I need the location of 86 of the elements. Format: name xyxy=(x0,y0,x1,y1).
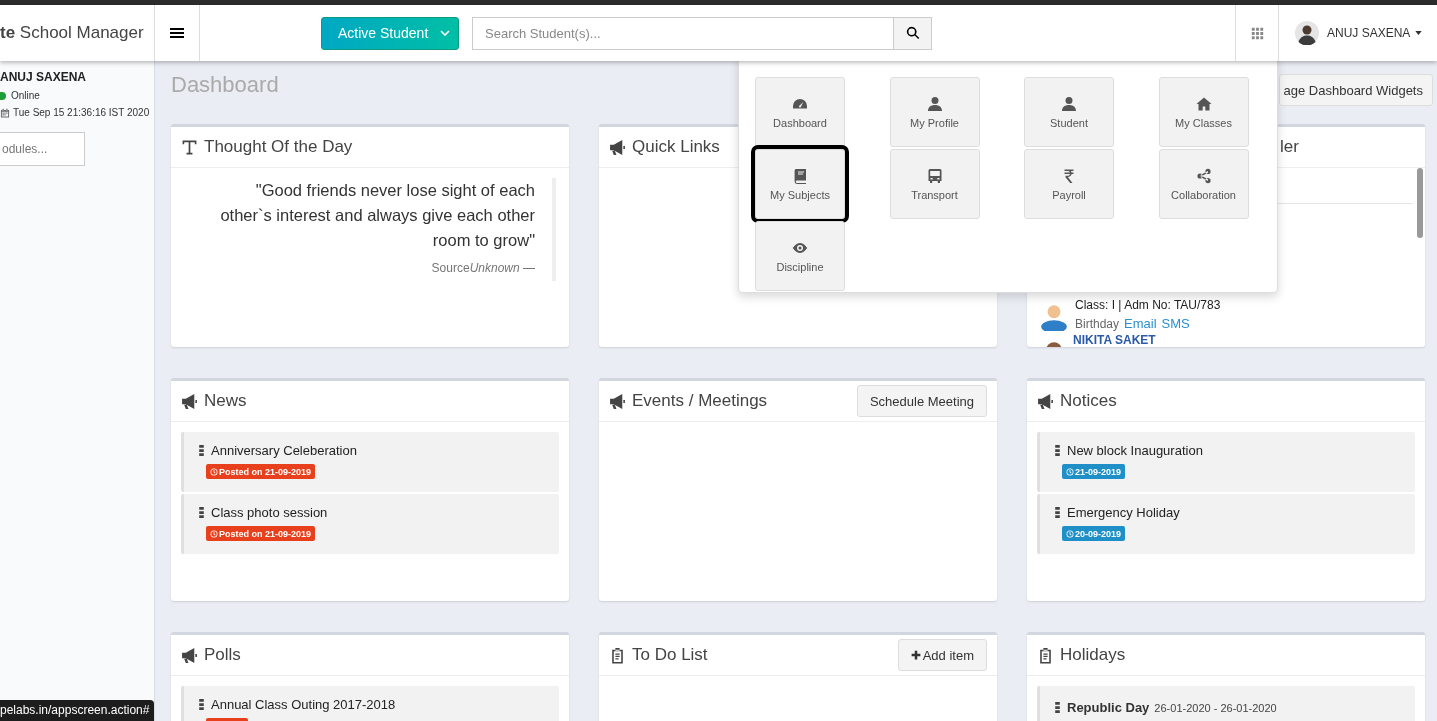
status-text: Online xyxy=(11,90,40,101)
menu-tile[interactable]: Transport xyxy=(889,149,980,219)
add-item-button[interactable]: Add item xyxy=(897,639,987,671)
chevron-down-icon xyxy=(440,30,450,36)
menu-tile[interactable]: My Profile xyxy=(889,77,980,147)
date-badge: Posted on 21-09-2019 xyxy=(206,526,316,541)
list-item[interactable]: Republic Day 26-01-2020 - 26-01-2020 xyxy=(1037,686,1415,721)
person-icon xyxy=(926,95,943,112)
menu-tile[interactable]: Discipline xyxy=(755,221,845,291)
house-icon xyxy=(1195,95,1212,112)
grip-icon xyxy=(199,507,204,518)
search-field[interactable]: Search Student(s)... xyxy=(472,16,894,50)
menu-icon xyxy=(169,25,185,41)
card-title: Events / Meetings xyxy=(632,391,768,411)
bus-icon xyxy=(926,167,943,184)
menu-tile[interactable]: Payroll xyxy=(1024,149,1114,219)
menu-tile[interactable]: Collaboration xyxy=(1158,149,1249,219)
card-title: Thought Of the Day xyxy=(204,137,353,157)
user-name: ANUJ SAXENA xyxy=(0,70,87,84)
item-title: New block Inauguration xyxy=(1067,443,1203,458)
menu-button[interactable] xyxy=(155,5,200,61)
quote-text: "Good friends never lose sight of each other`s interest and always give each other room to grow" xyxy=(219,180,535,251)
menu-tile[interactable]: Dashboard xyxy=(755,77,845,147)
search-icon xyxy=(905,26,920,40)
megaphone-icon xyxy=(181,646,198,664)
share-icon xyxy=(1195,167,1212,184)
manage-widgets-button[interactable]: age Dashboard Widgets xyxy=(1278,74,1433,106)
clock-icon xyxy=(1066,529,1074,538)
date-badge: 21-09-2019 xyxy=(1062,464,1126,479)
grip-icon xyxy=(199,445,204,456)
clock-icon xyxy=(210,529,218,538)
card-title: To Do List xyxy=(632,645,708,665)
date-time: Tue Sep 15 21:36:16 IST 2020 xyxy=(13,107,150,118)
list-item[interactable]: Annual Class Outing 2017-2018 xyxy=(181,686,559,721)
card-title: Polls xyxy=(204,645,241,665)
megaphone-icon xyxy=(609,392,626,410)
student-info: Class: I | Adm No: TAU/783 xyxy=(1075,297,1221,313)
megaphone-icon xyxy=(1037,392,1054,410)
card-title: ler xyxy=(1280,137,1299,157)
schedule-meeting-button[interactable]: Schedule Meeting xyxy=(856,385,987,417)
birthday-label: Birthday xyxy=(1075,317,1120,331)
module-search-field[interactable]: odules... xyxy=(0,132,85,166)
grid-icon xyxy=(1250,26,1264,40)
date-badge: 20-09-2019 xyxy=(1062,526,1126,541)
clock-icon xyxy=(210,467,218,476)
contact-link[interactable]: Email xyxy=(1124,316,1157,331)
item-title: Class photo session xyxy=(211,505,328,520)
card-title: Notices xyxy=(1060,391,1117,411)
megaphone-icon xyxy=(181,392,198,410)
user-menu[interactable]: ANUJ SAXENA xyxy=(1327,26,1411,40)
menu-tile[interactable]: Student xyxy=(1024,77,1114,147)
megaphone-icon xyxy=(609,138,626,156)
menu-tile[interactable]: My Classes xyxy=(1158,77,1249,147)
student-name[interactable]: NIKITA SAKET xyxy=(1073,333,1156,347)
calendar-icon xyxy=(0,107,10,118)
grip-icon xyxy=(199,699,204,710)
plus-icon xyxy=(910,650,921,660)
caret-icon xyxy=(1415,31,1423,35)
list-item[interactable]: New block Inauguration 21-09-2019 xyxy=(1037,432,1415,492)
person-icon xyxy=(1061,95,1077,112)
card-title: Quick Links xyxy=(632,137,720,157)
item-title: Annual Class Outing 2017-2018 xyxy=(211,697,396,712)
card-title: News xyxy=(204,391,247,411)
item-title: Anniversary Celeberation xyxy=(211,443,357,458)
holiday-name: Republic Day xyxy=(1067,700,1150,715)
status-url: pelabs.in/appscreen.action# xyxy=(0,700,155,721)
list-item[interactable]: Anniversary Celeberation Posted on 21-09-2019 xyxy=(181,432,559,492)
avatar-icon xyxy=(1295,21,1319,45)
clipboard-icon xyxy=(609,646,626,664)
holiday-dates: 26-01-2020 - 26-01-2020 xyxy=(1154,701,1277,714)
clock-icon xyxy=(1066,467,1074,476)
search-button[interactable] xyxy=(894,16,932,50)
clipboard-icon xyxy=(1037,646,1054,664)
list-item[interactable]: Class photo session Posted on 21-09-2019 xyxy=(181,494,559,554)
grip-icon xyxy=(1055,507,1060,518)
book-icon xyxy=(792,167,808,184)
grip-icon xyxy=(1055,702,1060,713)
quote-source: SourceUnknown — xyxy=(430,261,535,277)
text-icon xyxy=(181,138,198,156)
grip-icon xyxy=(1055,445,1060,456)
contact-link[interactable]: SMS xyxy=(1161,316,1190,331)
card-title: Holidays xyxy=(1060,645,1126,665)
item-title: Emergency Holiday xyxy=(1067,505,1180,520)
list-item[interactable]: Emergency Holiday 20-09-2019 xyxy=(1037,494,1415,554)
date-badge: Posted on 21-09-2019 xyxy=(206,464,316,479)
page-title: Dashboard xyxy=(171,72,279,98)
